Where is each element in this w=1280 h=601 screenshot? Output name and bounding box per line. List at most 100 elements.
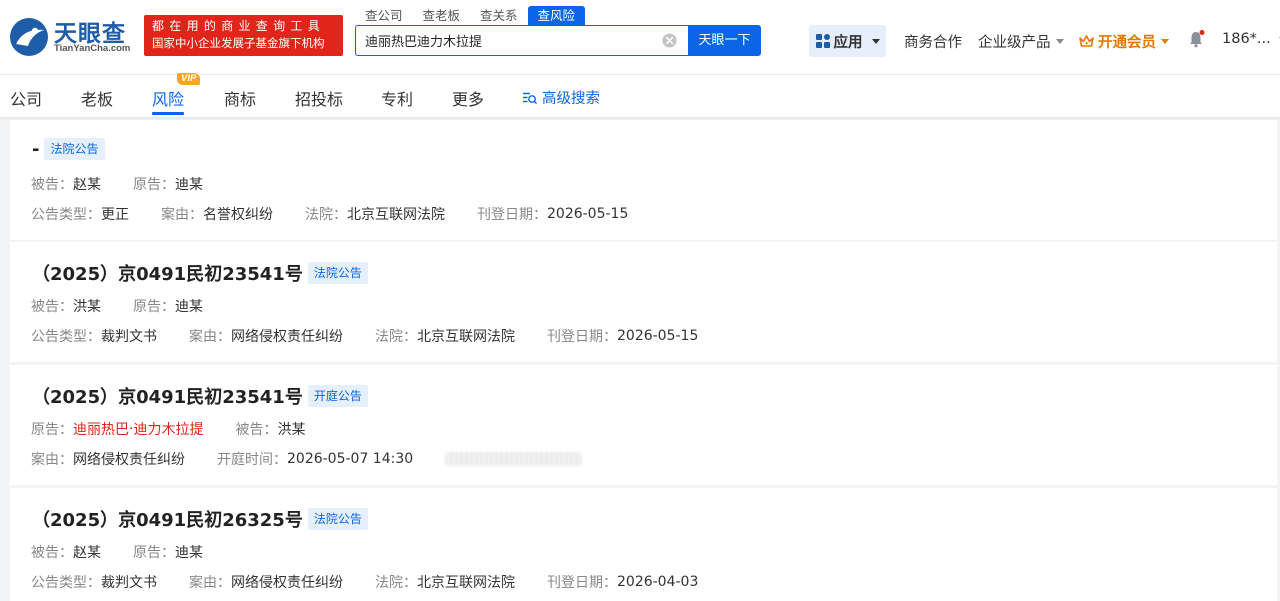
vip-badge: VIP	[177, 73, 201, 85]
plaintiff-name-part2[interactable]: 迪力木拉提	[133, 419, 203, 439]
business-cooperation-link[interactable]: 商务合作	[904, 31, 962, 52]
case-number: （2025）京0491民初23541号	[32, 387, 303, 408]
court-label: 法院：	[375, 575, 417, 591]
defendant-value: 洪某	[73, 299, 101, 315]
case-title[interactable]: （2025）京0491民初26325号 法院公告	[32, 506, 368, 532]
plaintiff-label: 原告：	[31, 422, 73, 438]
advanced-search-icon	[523, 92, 537, 104]
search-tab-company[interactable]: 查公司	[355, 6, 413, 25]
tab-patent[interactable]: 专利	[381, 86, 413, 114]
case-title[interactable]: （2025）京0491民初23541号 开庭公告	[32, 383, 368, 409]
cause-label: 案由：	[161, 207, 203, 223]
case-number: （2025）京0491民初23541号	[32, 264, 303, 285]
apps-label: 应用	[833, 34, 863, 51]
chevron-down-icon	[871, 38, 880, 44]
notice-type-tag: 法院公告	[307, 508, 368, 530]
tab-bidding[interactable]: 招投标	[295, 86, 343, 114]
court-label: 法院：	[375, 329, 417, 345]
user-account-menu[interactable]: 186*...	[1222, 31, 1280, 47]
apps-menu-button[interactable]: 应用	[809, 25, 886, 57]
top-header: 天眼查 TianYanCha.com 都在用的商业查询工具 国家中小企业发展子基…	[0, 0, 1280, 74]
court-value: 北京互联网法院	[347, 207, 445, 223]
business-label: 商务合作	[904, 35, 962, 51]
hearing-time-label: 开庭时间：	[217, 452, 287, 468]
notice-type-label: 公告类型：	[31, 207, 101, 223]
tab-boss[interactable]: 老板	[81, 86, 113, 114]
cause-label: 案由：	[31, 452, 73, 468]
search-tab-risk[interactable]: 查风险	[527, 6, 586, 25]
enterprise-products-menu[interactable]: 企业级产品	[978, 31, 1064, 52]
cause-label: 案由：	[189, 329, 231, 345]
cause-value: 名誉权纠纷	[203, 207, 273, 223]
slogan-line-1: 都在用的商业查询工具	[152, 19, 326, 33]
notice-type-value: 裁判文书	[101, 329, 157, 345]
chevron-down-icon	[1161, 39, 1169, 44]
search-input[interactable]	[356, 26, 656, 55]
details-row: 案由： 网络侵权责任纠纷 开庭时间： 2026-05-07 14:30	[31, 449, 583, 469]
result-card: （2025）京0491民初23541号 开庭公告 原告： 迪丽热巴 · 迪力木拉…	[10, 365, 1277, 485]
notice-type-tag: 法院公告	[44, 138, 105, 160]
defendant-value: 赵某	[73, 545, 101, 561]
slogan-banner: 都在用的商业查询工具 国家中小企业发展子基金旗下机构	[144, 15, 343, 56]
tab-more[interactable]: 更多	[452, 86, 484, 114]
plaintiff-value: 迪某	[175, 299, 203, 315]
chevron-down-icon	[1055, 39, 1064, 44]
notification-bell[interactable]	[1187, 30, 1205, 48]
court-value: 北京互联网法院	[417, 575, 515, 591]
defendant-label: 被告：	[31, 545, 73, 561]
publish-date-label: 刊登日期：	[477, 207, 547, 223]
search-tab-boss[interactable]: 查老板	[413, 6, 471, 25]
details-row: 公告类型： 裁判文书 案由： 网络侵权责任纠纷 法院： 北京互联网法院 刊登日期…	[31, 326, 730, 346]
slogan-line-2: 国家中小企业发展子基金旗下机构	[152, 36, 325, 50]
court-value: 北京互联网法院	[417, 329, 515, 345]
redacted-field	[445, 452, 583, 466]
case-title[interactable]: （2025）京0491民初23541号 法院公告	[32, 260, 368, 286]
case-number: -	[32, 138, 40, 160]
tab-company[interactable]: 公司	[10, 86, 42, 114]
parties-row: 被告： 赵某 原告： 迪某	[31, 542, 235, 562]
publish-date-value: 2026-05-15	[547, 206, 629, 222]
cause-label: 案由：	[189, 575, 231, 591]
plaintiff-label: 原告：	[133, 299, 175, 315]
plaintiff-name-part1[interactable]: 迪丽热巴	[73, 419, 129, 439]
details-row: 公告类型： 更正 案由： 名誉权纠纷 法院： 北京互联网法院 刊登日期： 202…	[31, 204, 660, 224]
advanced-search-link[interactable]: 高级搜索	[523, 87, 600, 108]
court-label: 法院：	[305, 207, 347, 223]
crown-icon	[1079, 35, 1094, 47]
vip-label: 开通会员	[1098, 35, 1156, 51]
defendant-value: 洪某	[277, 422, 306, 438]
brand-domain: TianYanCha.com	[54, 43, 131, 54]
search-mode-tabs: 查公司 查老板 查关系 查风险	[355, 6, 586, 25]
search-button[interactable]: 天眼一下	[688, 25, 761, 56]
results-list: - 法院公告 被告： 赵某 原告： 迪某 公告类型： 更正 案由： 名誉权纠纷 …	[10, 120, 1277, 601]
publish-date-label: 刊登日期：	[547, 329, 617, 345]
tab-risk[interactable]: 风险	[152, 86, 185, 115]
result-card: （2025）京0491民初26325号 法院公告 被告： 赵某 原告： 迪某 公…	[10, 488, 1277, 601]
cause-value: 网络侵权责任纠纷	[73, 452, 185, 468]
defendant-label: 被告：	[31, 177, 73, 193]
open-vip-menu[interactable]: 开通会员	[1079, 31, 1169, 52]
result-card: （2025）京0491民初23541号 法院公告 被告： 洪某 原告： 迪某 公…	[10, 242, 1277, 362]
parties-row: 被告： 洪某 原告： 迪某	[31, 296, 235, 316]
enterprise-label: 企业级产品	[978, 35, 1051, 51]
case-number: （2025）京0491民初26325号	[32, 510, 303, 531]
bell-icon	[1190, 30, 1205, 48]
tab-trademark[interactable]: 商标	[224, 86, 256, 114]
plaintiff-label: 原告：	[133, 177, 175, 193]
plaintiff-label: 原告：	[133, 545, 175, 561]
defendant-label: 被告：	[235, 422, 278, 438]
clear-icon[interactable]	[662, 33, 677, 48]
case-title[interactable]: - 法院公告	[32, 138, 105, 160]
advanced-search-label: 高级搜索	[542, 91, 600, 107]
notice-type-value: 裁判文书	[101, 575, 157, 591]
cause-value: 网络侵权责任纠纷	[231, 329, 343, 345]
publish-date-label: 刊登日期：	[547, 575, 617, 591]
result-card: - 法院公告 被告： 赵某 原告： 迪某 公告类型： 更正 案由： 名誉权纠纷 …	[10, 120, 1277, 240]
notice-type-label: 公告类型：	[31, 575, 101, 591]
defendant-value: 赵某	[73, 177, 101, 193]
search-box	[355, 25, 689, 56]
search-tab-relation[interactable]: 查关系	[470, 6, 528, 25]
notice-type-value: 更正	[101, 207, 129, 223]
notice-type-label: 公告类型：	[31, 329, 101, 345]
details-row: 公告类型： 裁判文书 案由： 网络侵权责任纠纷 法院： 北京互联网法院 刊登日期…	[31, 572, 730, 592]
